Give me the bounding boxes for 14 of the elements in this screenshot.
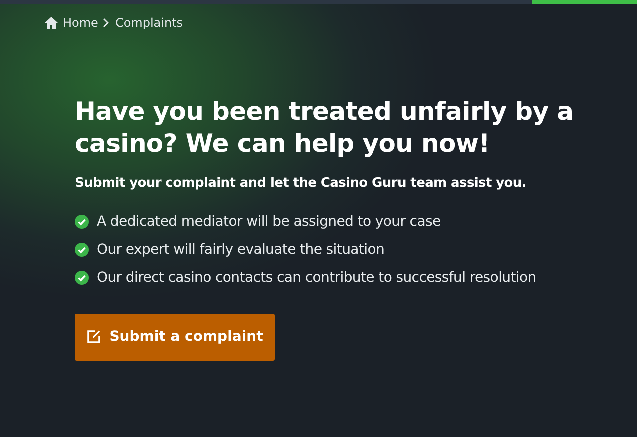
breadcrumb-link[interactable]: Complaints — [115, 14, 184, 32]
check-icon — [75, 242, 89, 256]
check-icon — [75, 214, 89, 228]
edit-icon — [86, 330, 101, 344]
benefit-text: Our direct casino contacts can contribute to successful resolution — [97, 268, 536, 288]
chevron-icon — [103, 18, 110, 28]
page-heading: Have you been treated unfairly by a casino? We can help you now! — [75, 96, 575, 160]
subtitle: Submit your complaint and let the Casino Guru team assist you. — [75, 175, 528, 193]
benefit-text: Our expert will fairly evaluate the situation — [97, 240, 385, 260]
check-icon — [75, 270, 89, 284]
submit-complaint-button[interactable]: Submit a complaint — [75, 314, 275, 360]
benefit-text: A dedicated mediator will be assigned to your case — [97, 212, 441, 232]
home-icon — [45, 17, 58, 29]
breadcrumb-link[interactable]: Home — [63, 14, 98, 32]
